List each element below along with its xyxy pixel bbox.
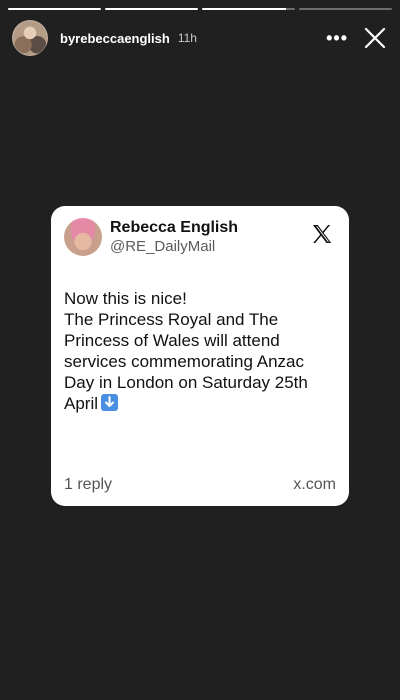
timestamp: 11h	[177, 31, 197, 45]
tweet-author-info: Rebecca English @RE_DailyMail	[110, 218, 238, 256]
down-arrow-emoji-icon	[101, 394, 119, 411]
x-logo-icon	[310, 222, 334, 246]
story-progress-segment	[105, 8, 198, 10]
close-icon[interactable]	[362, 25, 388, 51]
more-icon[interactable]: •••	[326, 29, 348, 47]
story-header: byrebeccaenglish 11h •••	[12, 20, 388, 56]
tweet-author-name: Rebecca English	[110, 219, 239, 236]
tweet-footer: 1 reply x.com	[64, 476, 336, 494]
avatar[interactable]	[12, 20, 48, 56]
tweet-author-handle: @RE_DailyMail	[110, 238, 216, 255]
story-progress-bars	[8, 8, 392, 10]
tweet-card[interactable]: Rebecca English @RE_DailyMail Now this i…	[51, 206, 349, 506]
username[interactable]: byrebeccaenglish	[60, 31, 170, 46]
story-progress-segment	[8, 8, 101, 10]
story-progress-segment	[299, 8, 392, 10]
tweet-author-avatar	[64, 218, 102, 256]
source-link[interactable]: x.com	[293, 476, 336, 494]
tweet-header: Rebecca English @RE_DailyMail	[64, 218, 336, 256]
tweet-text: Now this is nice! The Princess Royal and…	[64, 289, 308, 413]
reply-count[interactable]: 1 reply	[64, 476, 112, 494]
story-progress-segment	[202, 8, 295, 10]
